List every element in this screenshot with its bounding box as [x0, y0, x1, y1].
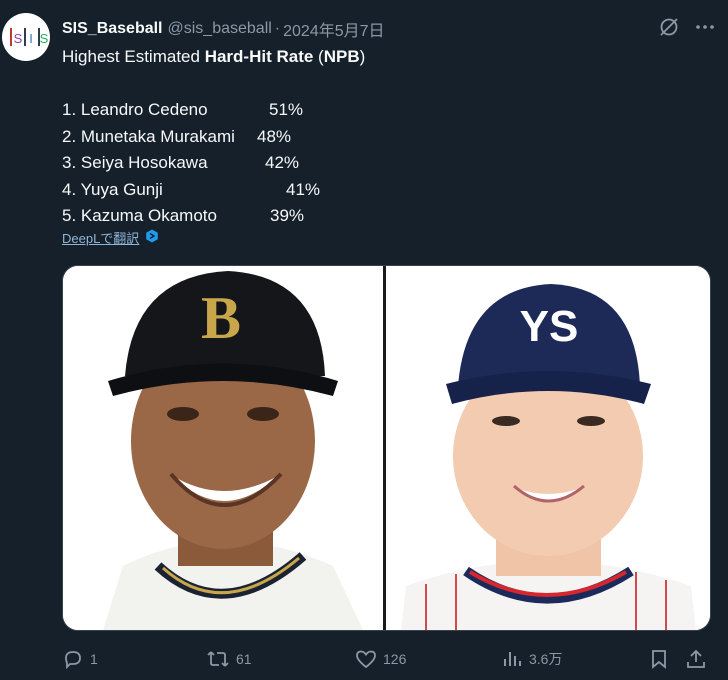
header-actions [658, 16, 716, 43]
deepl-icon [145, 229, 159, 246]
reply-button[interactable]: 1 [62, 648, 98, 670]
more-options-icon[interactable] [694, 16, 716, 43]
ranking-name: 2. Munetaka Murakami [62, 126, 235, 146]
ranking-item: 1. Leandro Cedeno 51% [62, 97, 682, 124]
tweet-actions: 1 61 126 3.6万 [62, 645, 712, 673]
ranking-name: 5. Kazuma Okamoto [62, 206, 217, 225]
svg-text:YS: YS [520, 302, 579, 351]
player-photo-right[interactable]: YS [386, 266, 710, 630]
avatar[interactable]: S I S [2, 13, 50, 61]
player-b-cap-image: B [63, 266, 383, 630]
player-ys-cap-image: YS [386, 266, 710, 630]
ranking-pct: 39% [270, 206, 305, 225]
share-icon [685, 648, 707, 670]
author-name[interactable]: SIS_Baseball [62, 20, 163, 38]
translate-label[interactable]: DeepLで翻訳 [62, 228, 139, 247]
repost-button[interactable]: 61 [206, 648, 252, 670]
ranking-pct: 41% [286, 179, 321, 199]
title-mid: ( [313, 47, 324, 66]
views-count: 3.6万 [529, 651, 563, 667]
title-suffix: ) [359, 47, 366, 66]
grok-icon[interactable] [658, 16, 680, 43]
author-handle[interactable]: @sis_baseball [168, 20, 272, 38]
ranking-item: 3. Seiya Hosokawa 42% [62, 150, 682, 177]
ranking-pct: 48% [257, 126, 292, 146]
ranking-name: 3. Seiya Hosokawa [62, 153, 208, 172]
bookmark-button[interactable] [649, 648, 669, 670]
title-bold: Hard-Hit Rate [204, 47, 314, 66]
share-button[interactable] [685, 648, 707, 670]
ranking-item: 5. Kazuma Okamoto 39% [62, 203, 682, 230]
like-button[interactable]: 126 [355, 648, 406, 670]
tweet-title: Highest Estimated Hard-Hit Rate (NPB) [62, 44, 682, 71]
repost-count: 61 [236, 651, 252, 667]
ranking-pct: 51% [269, 100, 304, 119]
reply-icon [62, 648, 84, 670]
svg-text:S: S [14, 31, 23, 46]
views-button[interactable]: 3.6万 [501, 648, 562, 670]
svg-text:I: I [29, 31, 33, 46]
translate-link[interactable]: DeepLで翻訳 [62, 228, 159, 247]
timestamp[interactable]: 2024年5月7日 [283, 17, 384, 41]
title-bold-npb: NPB [323, 47, 360, 66]
ranking-name: 4. Yuya Gunji [62, 179, 163, 199]
ranking-item: 2. Munetaka Murakami 48% [62, 124, 682, 151]
like-count: 126 [383, 651, 407, 667]
player-photo-left[interactable]: B [63, 266, 383, 630]
ranking-item: 4. Yuya Gunji 41% [62, 177, 682, 204]
svg-text:S: S [40, 31, 49, 46]
heart-icon [355, 648, 377, 670]
sis-logo-icon: S I S [10, 28, 49, 46]
repost-icon [206, 648, 230, 670]
tweet-header: SIS_Baseball @sis_baseball · 2024年5月7日 [62, 16, 716, 43]
media-grid: B YS [62, 265, 711, 631]
ranking-pct: 42% [265, 153, 300, 172]
separator-dot: · [274, 20, 281, 37]
ranking-name: 1. Leandro Cedeno [62, 100, 208, 119]
views-icon [501, 648, 523, 670]
reply-count: 1 [90, 651, 98, 667]
tweet-text: Highest Estimated Hard-Hit Rate (NPB) 1.… [62, 44, 682, 230]
svg-text:B: B [201, 285, 241, 351]
title-prefix: Highest Estimated [62, 47, 205, 66]
bookmark-icon [649, 648, 669, 670]
